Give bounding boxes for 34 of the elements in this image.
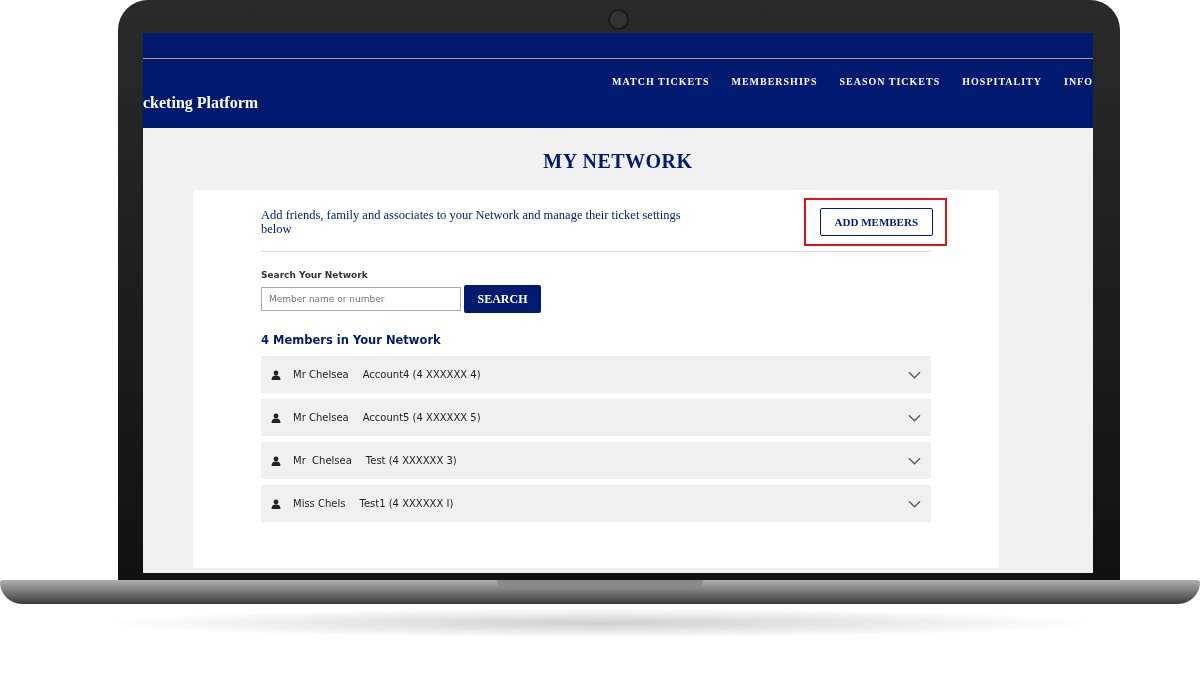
intro-text: Add friends, family and associates to your Network and manage their ticket settings below: [261, 208, 682, 236]
chevron-icon[interactable]: [908, 499, 921, 508]
person-icon: [271, 412, 281, 423]
search-button[interactable]: SEARCH: [464, 285, 541, 313]
members-heading: 4 Members in Your Network: [261, 333, 442, 347]
person-icon: [271, 455, 281, 466]
member-row[interactable]: Mr Chelsea Account4 (4 XXXXXX 4): [261, 356, 931, 393]
nav-link[interactable]: SEASON TICKETS: [839, 76, 941, 112]
search-label: Search Your Network: [261, 270, 369, 280]
member-name: Mr Chelsea: [293, 412, 349, 423]
nav-link[interactable]: MEMBERSHIPS: [731, 76, 818, 112]
nav-link[interactable]: INFO: [1064, 76, 1093, 112]
member-row[interactable]: Mr Chelsea Test (4 XXXXXX 3): [261, 442, 931, 479]
add-members-button[interactable]: ADD MEMBERS: [819, 208, 933, 236]
camera-icon: [608, 9, 629, 30]
page-title: MY NETWORK: [542, 150, 694, 173]
member-row[interactable]: Mr Chelsea Account5 (4 XXXXXX 5): [261, 399, 931, 436]
chevron-icon[interactable]: [908, 456, 921, 465]
person-icon: [271, 498, 281, 509]
member-account: Account4 (4 XXXXXX 4): [362, 369, 481, 380]
member-account: Test1 (4 XXXXXX I): [359, 498, 454, 509]
site-title: cketing Platform: [143, 94, 259, 112]
chevron-icon[interactable]: [908, 370, 921, 379]
member-name: Miss Chels: [293, 498, 346, 509]
member-account: Account5 (4 XXXXXX 5): [362, 412, 481, 423]
member-row[interactable]: Miss Chels Test1 (4 XXXXXX I): [261, 485, 931, 522]
nav-link[interactable]: HOSPITALITY: [962, 76, 1042, 112]
nav-link[interactable]: MATCH TICKETS: [612, 76, 710, 112]
chevron-icon[interactable]: [908, 413, 921, 422]
member-name: Mr Chelsea: [293, 369, 349, 380]
search-field[interactable]: Member name or number: [261, 287, 461, 311]
member-account: Test (4 XXXXXX 3): [365, 455, 457, 466]
member-name: Mr Chelsea: [293, 455, 352, 466]
person-icon: [271, 369, 281, 380]
